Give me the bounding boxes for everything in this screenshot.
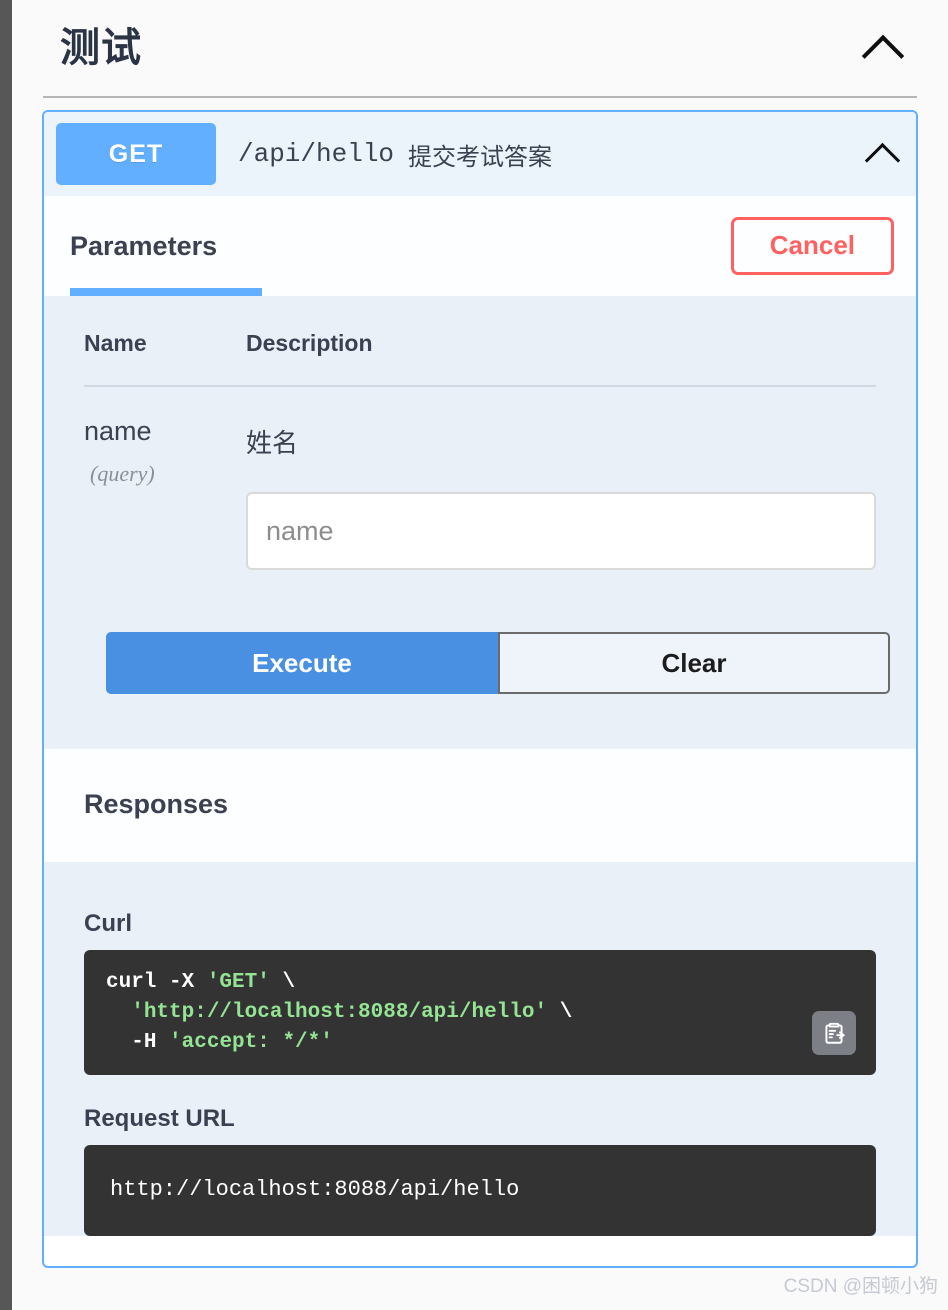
- chevron-up-icon[interactable]: [862, 27, 904, 69]
- execute-button[interactable]: Execute: [106, 632, 498, 694]
- page-title: 测试: [60, 26, 142, 70]
- request-url-block: http://localhost:8088/api/hello: [84, 1145, 876, 1237]
- active-tab-indicator: [70, 288, 262, 296]
- curl-line1-tail: \: [269, 971, 296, 994]
- parameters-header-row: Parameters Cancel: [44, 196, 916, 296]
- http-method-badge: GET: [56, 123, 216, 185]
- parameter-description: 姓名: [246, 428, 299, 458]
- tab-parameters[interactable]: Parameters: [70, 231, 217, 262]
- parameter-input-name[interactable]: [246, 492, 876, 570]
- curl-header-flag: -H: [131, 1030, 170, 1054]
- operation-summary-bar[interactable]: GET /api/hello 提交考试答案: [44, 112, 916, 196]
- chevron-up-icon[interactable]: [866, 136, 902, 172]
- parameter-name: name: [84, 416, 152, 446]
- swagger-ui-page: 测试 GET /api/hello 提交考试答案 Parameters Canc…: [12, 0, 948, 1310]
- curl-code-block: curl -X 'GET' \ 'http://localhost:8088/a…: [84, 950, 876, 1076]
- parameter-name-cell: name (query): [84, 386, 246, 570]
- curl-url-string: 'http://localhost:8088/api/hello': [131, 1000, 548, 1024]
- tag-divider: [43, 96, 917, 98]
- operation-path: /api/hello: [238, 139, 395, 169]
- responses-body: Curl curl -X 'GET' \ 'http://localhost:8…: [44, 862, 916, 1237]
- table-row: name (query) 姓名: [84, 386, 876, 570]
- responses-header: Responses: [44, 748, 916, 862]
- clear-button[interactable]: Clear: [498, 632, 890, 694]
- curl-method-string: 'GET': [206, 971, 270, 994]
- request-url-text: http://localhost:8088/api/hello: [110, 1177, 520, 1203]
- tag-header[interactable]: 测试: [42, 0, 918, 96]
- clipboard-glyph: [825, 1023, 845, 1045]
- curl-code-text: curl -X 'GET' \ 'http://localhost:8088/a…: [106, 968, 854, 1057]
- parameter-location: (query): [90, 460, 155, 486]
- cancel-button[interactable]: Cancel: [730, 217, 894, 275]
- parameters-area: Name Description name (query) 姓名 name Ex…: [44, 296, 916, 748]
- action-button-row: Execute Clear: [84, 570, 890, 748]
- parameter-description-cell: 姓名: [246, 386, 876, 570]
- operation-body: Parameters Cancel Name Description name …: [44, 196, 916, 1237]
- tag-section: 测试 GET /api/hello 提交考试答案 Parameters Canc…: [12, 0, 948, 1269]
- curl-line2-tail: \: [547, 1000, 573, 1024]
- column-header-description: Description: [246, 330, 876, 387]
- curl-cmd: curl -X: [106, 971, 207, 994]
- clipboard-copy-icon[interactable]: [812, 1011, 856, 1056]
- left-edge-gutter: [0, 0, 12, 1310]
- responses-title: Responses: [84, 789, 229, 819]
- request-url-label: Request URL: [84, 1105, 235, 1133]
- curl-label: Curl: [84, 910, 132, 937]
- operation-block-get-api-hello: GET /api/hello 提交考试答案 Parameters Cancel: [42, 110, 918, 1269]
- curl-accept-string: 'accept: */*': [169, 1030, 333, 1054]
- operation-summary-text: 提交考试答案: [408, 143, 553, 171]
- parameters-table: Name Description name (query) 姓名 name: [84, 330, 876, 570]
- table-header-row: Name Description: [84, 330, 876, 387]
- column-header-name: Name: [84, 330, 246, 387]
